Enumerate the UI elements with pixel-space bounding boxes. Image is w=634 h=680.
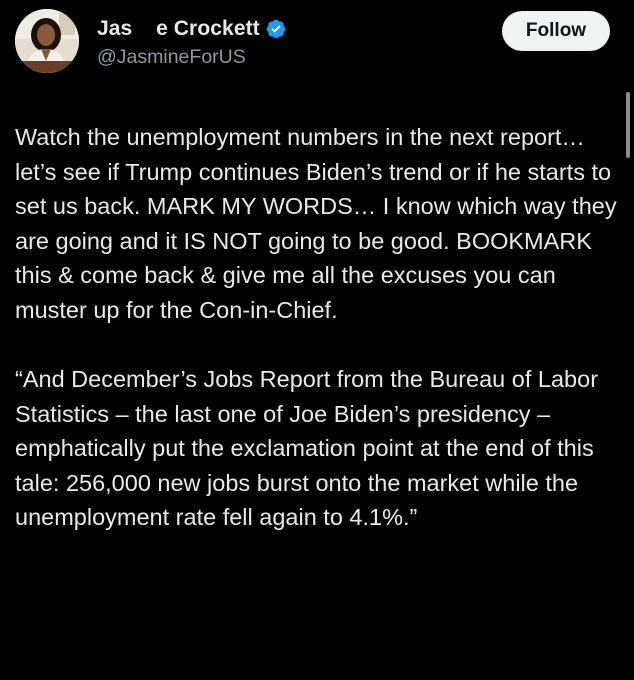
verified-badge-icon[interactable] [265,18,287,40]
avatar[interactable] [15,9,79,73]
scrollbar-thumb[interactable] [626,92,630,158]
display-name-row: Jas e Crockett [97,15,287,43]
follow-button[interactable]: Follow [502,11,610,51]
avatar-image [15,9,79,73]
name-block: Jas e Crockett @JasmineForUS [97,15,287,69]
tweet-text: Watch the unemployment numbers in the ne… [15,120,620,535]
tweet-paragraph-2: “And December’s Jobs Report from the Bur… [15,366,599,530]
tweet-header: Jas e Crockett @JasmineForUS Follow [15,9,610,73]
display-name[interactable]: Jas e Crockett [97,17,260,41]
tweet-paragraph-1: Watch the unemployment numbers in the ne… [15,124,617,323]
handle[interactable]: @JasmineForUS [97,46,287,69]
